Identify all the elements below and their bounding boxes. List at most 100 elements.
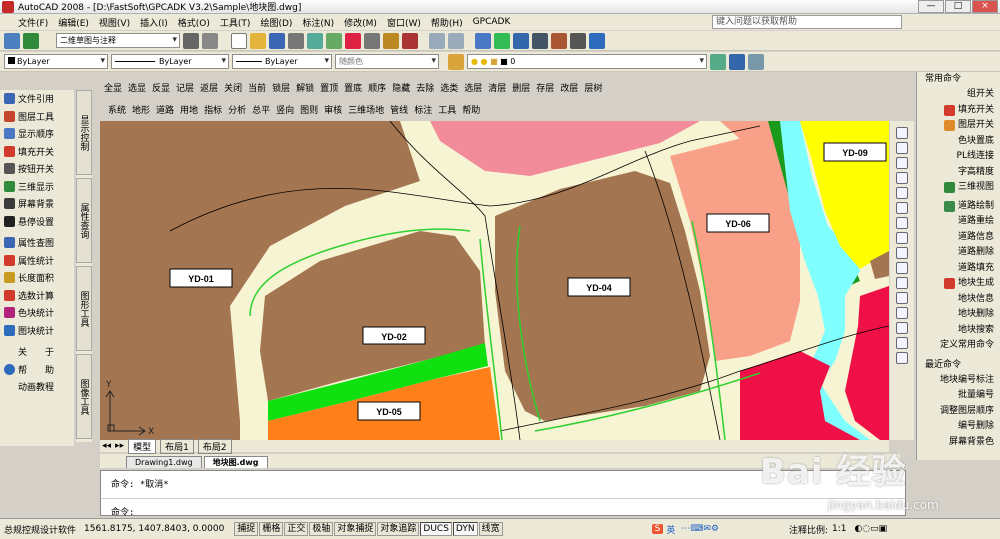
menu-edit[interactable]: 编辑(E) (58, 16, 89, 29)
lp-property-stats[interactable]: 属性统计 (0, 252, 74, 270)
close-button[interactable]: × (972, 0, 998, 13)
first-tab-arrow-icon[interactable]: ◂◂ (102, 441, 111, 451)
cmd-select-type[interactable]: 选类 (440, 81, 458, 94)
rp-screen-bg-color[interactable]: 屏幕背景色 (917, 435, 1000, 451)
doc-tab-parcel-plan[interactable]: 地块图.dwg (203, 456, 268, 468)
minimize-button[interactable]: — (918, 0, 944, 13)
match-properties-icon[interactable] (402, 32, 418, 49)
cmd-show-all[interactable]: 全显 (104, 81, 122, 94)
offset-icon[interactable] (896, 172, 908, 184)
cmd-change-layer[interactable]: 改层 (560, 81, 578, 94)
rp-parcel-number-label[interactable]: 地块编号标注 (917, 373, 1000, 389)
color-select[interactable]: ByLayer (4, 54, 108, 69)
lp-video-tutorial[interactable]: 动画教程 (0, 378, 74, 396)
linetype-select[interactable]: ByLayer (111, 54, 229, 69)
rp-batch-number[interactable]: 批量编号 (917, 388, 1000, 404)
menu-view[interactable]: 视图(V) (99, 16, 130, 29)
sogou-ime-icon[interactable]: S (651, 524, 664, 534)
print-icon[interactable] (288, 32, 304, 49)
design-center-icon[interactable] (532, 32, 548, 49)
gp-menu-terrain[interactable]: 地形 (132, 103, 150, 116)
layer-select[interactable]: ● ● ■ ■ 0 (467, 54, 707, 69)
menu-dimension[interactable]: 标注(N) (302, 16, 334, 29)
tab-display-control[interactable]: 显示控制 (76, 90, 92, 175)
cmd-order[interactable]: 顺序 (368, 81, 386, 94)
cmd-hide[interactable]: 隐藏 (392, 81, 410, 94)
tab-model[interactable]: 模型 (128, 438, 157, 454)
gp-menu-drawing-rules[interactable]: 图则 (300, 103, 318, 116)
cmd-restore-layer[interactable]: 返层 (200, 81, 218, 94)
rp-parcel-generate[interactable]: 地块生成 (917, 276, 1000, 292)
rp-group-toggle[interactable]: 组开关 (917, 87, 1000, 103)
menu-window[interactable]: 窗口(W) (387, 16, 421, 29)
layer-state-icon[interactable] (729, 53, 745, 70)
cmd-bring-top[interactable]: 置顶 (320, 81, 338, 94)
gp-menu-help[interactable]: 帮助 (462, 103, 480, 116)
publish-icon[interactable] (326, 32, 342, 49)
array-icon[interactable] (896, 187, 908, 199)
maximize-button[interactable]: □ (945, 0, 971, 13)
lp-3d-display[interactable]: 三维显示 (0, 178, 74, 196)
lp-button-toggle[interactable]: 按钮开关 (0, 160, 74, 178)
tab-layout1[interactable]: 布局1 (160, 438, 194, 454)
lp-color-block-stats[interactable]: 色块统计 (0, 304, 74, 322)
new-file-icon[interactable] (231, 32, 247, 49)
menu-gpcadk[interactable]: GPCADK (473, 17, 511, 27)
command-prompt[interactable]: 命令: (101, 498, 905, 518)
rp-road-fill[interactable]: 道路填充 (917, 261, 1000, 277)
lp-length-area[interactable]: 长度面积 (0, 269, 74, 287)
cmd-delete-layer[interactable]: 删层 (512, 81, 530, 94)
cmd-layer-tree[interactable]: 层树 (584, 81, 602, 94)
lineweight-toggle[interactable]: 线宽 (478, 522, 503, 536)
autocad-app-icon[interactable] (2, 1, 14, 13)
menu-help[interactable]: 帮助(H) (431, 16, 463, 29)
osnap-toggle[interactable]: 对象捕捉 (334, 522, 377, 536)
gp-menu-system[interactable]: 系统 (108, 103, 126, 116)
workspace-save-icon[interactable] (183, 32, 199, 49)
cut-icon[interactable] (345, 32, 361, 49)
cmd-show-selected[interactable]: 选显 (128, 81, 146, 94)
layer-isolate-icon[interactable] (748, 53, 764, 70)
cmd-unlock[interactable]: 解锁 (296, 81, 314, 94)
trim-icon[interactable] (896, 262, 908, 274)
lineweight-select[interactable]: ByLayer (232, 54, 332, 69)
fillet-icon[interactable] (896, 337, 908, 349)
calculator-icon[interactable] (570, 32, 586, 49)
rp-fill-toggle[interactable]: 填充开关 (917, 103, 1000, 119)
properties-icon[interactable] (513, 32, 529, 49)
cmd-clear-layer[interactable]: 清层 (488, 81, 506, 94)
rp-adjust-layer-order[interactable]: 调整图层顺序 (917, 404, 1000, 420)
erase-icon[interactable] (896, 127, 908, 139)
cmd-send-bottom[interactable]: 置底 (344, 81, 362, 94)
rp-layer-toggle[interactable]: 图层开关 (917, 118, 1000, 134)
cmd-remember-layer[interactable]: 记层 (176, 81, 194, 94)
rp-3d-view[interactable]: 三维视图 (917, 180, 1000, 196)
cmd-save-layer[interactable]: 存层 (536, 81, 554, 94)
site-plan-drawing[interactable]: YD-01 YD-02 YD-04 YD-05 YD-06 YD-09 Y X (100, 121, 889, 440)
scale-icon[interactable] (896, 232, 908, 244)
tool-palette-icon[interactable] (551, 32, 567, 49)
cmd-remove[interactable]: 去除 (416, 81, 434, 94)
menu-format[interactable]: 格式(O) (178, 16, 210, 29)
lp-select-calc[interactable]: 选数计算 (0, 287, 74, 305)
annotation-scale-value[interactable]: 1:1 (832, 524, 846, 534)
stretch-icon[interactable] (896, 247, 908, 259)
grid-toggle[interactable]: 栅格 (259, 522, 284, 536)
gp-menu-tools[interactable]: 工具 (438, 103, 456, 116)
snap-toggle[interactable]: 捕捉 (234, 522, 259, 536)
menu-tools[interactable]: 工具(T) (220, 16, 251, 29)
open-file-icon[interactable] (250, 32, 266, 49)
chamfer-icon[interactable] (896, 322, 908, 334)
workspace-select[interactable]: 二维草图与注释 (56, 33, 180, 48)
gp-menu-vertical[interactable]: 竖向 (276, 103, 294, 116)
lp-layer-tools[interactable]: 图层工具 (0, 108, 74, 126)
menu-insert[interactable]: 插入(I) (140, 16, 168, 29)
menu-draw[interactable]: 绘图(D) (260, 16, 292, 29)
ime-language[interactable]: 英 (666, 523, 675, 536)
tab-property-query[interactable]: 属性查询 (76, 178, 92, 263)
gp-menu-index[interactable]: 指标 (204, 103, 222, 116)
rp-road-draw[interactable]: 道路绘制 (917, 199, 1000, 215)
mirror-icon[interactable] (896, 157, 908, 169)
dyn-toggle[interactable]: DYN (452, 522, 478, 536)
gp-menu-analysis[interactable]: 分析 (228, 103, 246, 116)
